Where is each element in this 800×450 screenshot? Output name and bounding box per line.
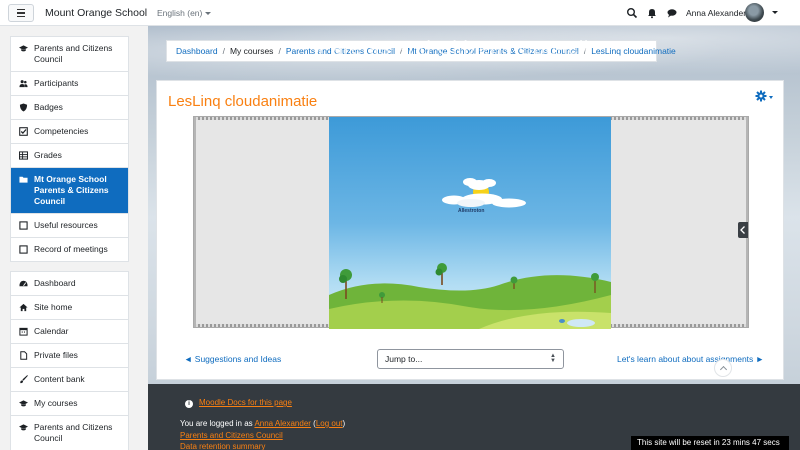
chevron-down-icon xyxy=(769,95,773,99)
chevron-left-icon xyxy=(740,226,745,234)
sidebar-item-label: Site home xyxy=(34,302,73,312)
table-icon xyxy=(19,151,28,160)
breadcrumb-activity[interactable]: LesLinq cloudanimatie xyxy=(591,46,676,56)
sidebar-item-label: Content bank xyxy=(34,374,85,384)
previous-activity-link[interactable]: ◄ Suggestions and Ideas xyxy=(184,354,281,364)
animation-viewer[interactable]: Allestroton xyxy=(193,116,749,329)
chevron-down-icon[interactable] xyxy=(772,11,778,14)
language-label: English (en) xyxy=(157,8,203,18)
sidebar-item-participants[interactable]: Participants xyxy=(11,72,128,96)
sidebar-item-label: Badges xyxy=(34,102,63,112)
site-reset-banner: This site will be reset in 23 mins 47 se… xyxy=(631,436,789,450)
graduation-cap-icon xyxy=(19,423,28,432)
breadcrumb-dashboard[interactable]: Dashboard xyxy=(176,46,218,56)
info-icon: i xyxy=(185,400,193,408)
collapse-arrow-button[interactable] xyxy=(738,222,748,238)
sidebar-item-label: Competencies xyxy=(34,126,89,136)
animation-caption: Allestroton xyxy=(458,208,485,214)
breadcrumb-separator: / xyxy=(278,46,281,56)
sidebar-item-label: Grades xyxy=(34,150,62,160)
nav-drawer: Parents and Citizens Council Participant… xyxy=(0,26,148,450)
sidebar-item-useful-resources[interactable]: Useful resources xyxy=(11,214,128,238)
page-header-title: Parents and Citizens Council xyxy=(318,38,589,60)
top-navbar: Mount Orange School English (en) Anna Al… xyxy=(0,0,800,26)
scroll-to-top-button[interactable] xyxy=(714,359,732,377)
language-menu[interactable]: English (en) xyxy=(157,8,212,18)
drawer-toggle-button[interactable] xyxy=(8,4,34,22)
sidebar-item-site-home[interactable]: Site home xyxy=(11,296,128,320)
users-icon xyxy=(19,79,28,88)
square-icon xyxy=(19,245,28,254)
animation-scene-image xyxy=(329,178,611,329)
dashboard-icon xyxy=(19,279,28,288)
sidebar-item-record-of-meetings[interactable]: Record of meetings xyxy=(11,238,128,261)
sidebar-item-course-parents-council[interactable]: Parents and Citizens Council xyxy=(11,416,128,450)
breadcrumb-my-courses[interactable]: My courses xyxy=(230,46,273,56)
login-info: You are logged in as Anna Alexander (Log… xyxy=(180,419,345,428)
sort-arrows-icon: ▲ ▼ xyxy=(550,353,556,364)
site-name-link[interactable]: Mount Orange School xyxy=(45,7,147,19)
moodle-docs-label: Moodle Docs for this page xyxy=(199,398,292,407)
sidebar-item-private-files[interactable]: Private files xyxy=(11,344,128,368)
jump-to-select[interactable]: Jump to... ▲ ▼ xyxy=(377,349,564,369)
sidebar-item-course-home[interactable]: Parents and Citizens Council xyxy=(11,37,128,72)
page-title: LesLinq cloudanimatie xyxy=(168,93,318,110)
messages-icon[interactable] xyxy=(666,7,678,19)
sidebar-item-badges[interactable]: Badges xyxy=(11,96,128,120)
main-content-card: LesLinq cloudanimatie Allestroton ◄ Sugg… xyxy=(156,80,784,380)
sidebar-item-label: Record of meetings xyxy=(34,244,108,254)
sidebar-item-label: Parents and Citizens Council xyxy=(34,43,113,64)
data-retention-link[interactable]: Data retention summary xyxy=(180,442,265,450)
gear-icon xyxy=(755,90,767,104)
paintbrush-icon xyxy=(19,375,28,384)
footer-course-link[interactable]: Parents and Citizens Council xyxy=(180,431,283,440)
bell-icon[interactable] xyxy=(646,7,658,19)
search-icon[interactable] xyxy=(626,7,638,19)
graduation-cap-icon xyxy=(19,44,28,53)
moodle-docs-link[interactable]: i Moodle Docs for this page xyxy=(185,398,292,408)
sidebar-item-label: My courses xyxy=(34,398,78,408)
folder-icon xyxy=(19,175,28,184)
check-square-icon xyxy=(19,127,28,136)
sidebar-item-current-section[interactable]: Mt Orange School Parents & Citizens Coun… xyxy=(11,168,128,214)
sidebar-item-label: Participants xyxy=(34,78,79,88)
cloud-animation-frame[interactable]: Allestroton xyxy=(329,117,611,329)
user-menu-name[interactable]: Anna Alexander xyxy=(686,8,746,18)
logout-close-paren: ) xyxy=(342,419,346,428)
jump-to-label: Jump to... xyxy=(385,354,423,364)
sidebar-item-grades[interactable]: Grades xyxy=(11,144,128,168)
home-icon xyxy=(19,303,28,312)
site-nav-block: Dashboard Site home Calendar Private fil… xyxy=(10,271,129,450)
sidebar-item-label: Parents and Citizens Council xyxy=(34,422,113,443)
sidebar-item-dashboard[interactable]: Dashboard xyxy=(11,272,128,296)
sidebar-item-content-bank[interactable]: Content bank xyxy=(11,368,128,392)
breadcrumb-separator: / xyxy=(222,46,225,56)
sidebar-item-my-courses[interactable]: My courses xyxy=(11,392,128,416)
logout-link[interactable]: Log out xyxy=(316,419,343,428)
square-icon xyxy=(19,221,28,230)
sidebar-item-label: Mt Orange School Parents & Citizens Coun… xyxy=(34,174,109,206)
avatar[interactable] xyxy=(745,3,764,22)
sidebar-item-label: Calendar xyxy=(34,326,69,336)
activity-settings-menu[interactable] xyxy=(755,90,777,104)
file-icon xyxy=(19,351,28,360)
logged-in-user-link[interactable]: Anna Alexander xyxy=(254,419,311,428)
next-activity-link[interactable]: Let's learn about about assignments ► xyxy=(617,354,764,364)
login-info-prefix: You are logged in as xyxy=(180,419,255,428)
graduation-cap-icon xyxy=(19,399,28,408)
shield-icon xyxy=(19,103,28,112)
calendar-icon xyxy=(19,327,28,336)
chevron-down-icon xyxy=(205,12,212,16)
sidebar-item-competencies[interactable]: Competencies xyxy=(11,120,128,144)
sidebar-item-label: Private files xyxy=(34,350,78,360)
sidebar-item-label: Useful resources xyxy=(34,220,98,230)
course-nav-block: Parents and Citizens Council Participant… xyxy=(10,36,129,262)
sidebar-item-calendar[interactable]: Calendar xyxy=(11,320,128,344)
sidebar-item-label: Dashboard xyxy=(34,278,76,288)
